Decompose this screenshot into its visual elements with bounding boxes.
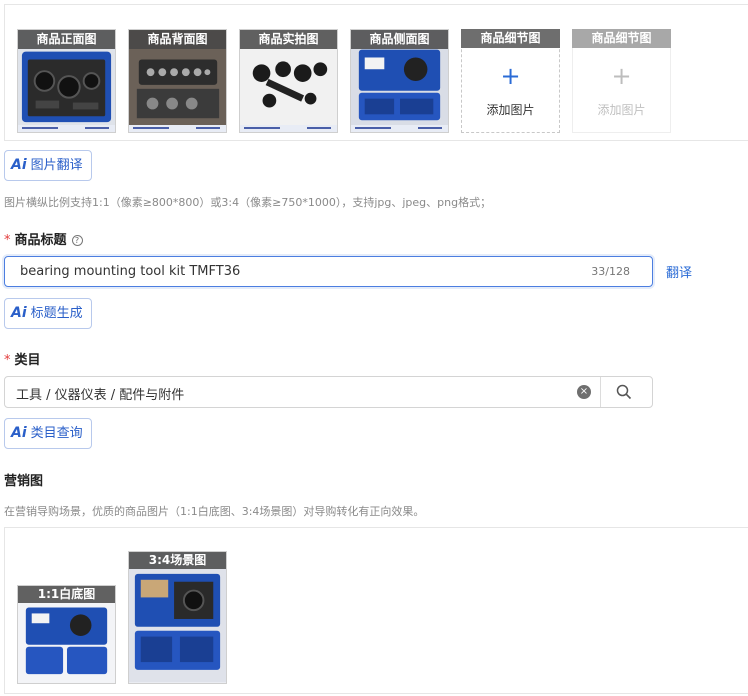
title-input-value: bearing mounting tool kit TMFT36: [20, 264, 241, 279]
scene-photo: [129, 552, 226, 683]
product-image-side[interactable]: 商品侧面图: [350, 29, 449, 133]
image-translate-button[interactable]: Ai 图片翻译: [4, 150, 92, 181]
product-image-real[interactable]: 商品实拍图: [239, 29, 338, 133]
image-caption: 商品实拍图: [240, 30, 337, 49]
image-caption: 商品背面图: [129, 30, 226, 49]
title-label-text: 商品标题: [14, 233, 67, 248]
add-image-label: 添加图片: [597, 103, 646, 117]
category-label-text: 类目: [14, 353, 41, 368]
image-footer-strip: [18, 125, 115, 132]
marketing-image-portrait[interactable]: 3:4场景图: [128, 551, 227, 684]
title-input[interactable]: bearing mounting tool kit TMFT36 33/128: [4, 256, 653, 287]
add-detail-image-slot-disabled: 商品细节图 + 添加图片: [572, 29, 671, 133]
image-caption: 商品侧面图: [351, 30, 448, 49]
divider: [600, 377, 601, 407]
product-image-front[interactable]: 商品正面图: [17, 29, 116, 133]
ai-icon: Ai: [11, 157, 27, 173]
image-footer-strip: [351, 125, 448, 132]
marketing-image-square[interactable]: 1:1白底图: [17, 585, 116, 684]
image-footer-strip: [129, 125, 226, 132]
ai-icon: Ai: [11, 305, 27, 321]
marketing-hint: 在营销导购场景，优质的商品图片（1:1白底图、3:4场景图）对导购转化有正向效果…: [4, 505, 425, 518]
marketing-images-panel: 1:1白底图 3:4场景图: [4, 527, 748, 694]
marketing-images-label: 营销图: [4, 474, 44, 489]
image-footer-strip: [240, 125, 337, 132]
title-field-label: * 商品标题?: [4, 229, 83, 248]
image-caption: 1:1白底图: [18, 586, 115, 603]
clear-icon[interactable]: ×: [577, 385, 591, 399]
product-image-back[interactable]: 商品背面图: [128, 29, 227, 133]
help-icon[interactable]: ?: [71, 235, 83, 246]
category-query-button[interactable]: Ai 类目查询: [4, 418, 92, 449]
title-translate-link[interactable]: 翻译: [666, 262, 692, 281]
image-caption: 商品细节图: [461, 29, 560, 48]
category-select[interactable]: 工具 / 仪器仪表 / 配件与附件 ×: [4, 376, 653, 408]
image-format-hint: 图片横纵比例支持1:1（像素≥800*800）或3:4（像素≥750*1000）…: [4, 196, 492, 209]
add-detail-image-slot[interactable]: 商品细节图 + 添加图片: [461, 29, 560, 133]
title-generate-button[interactable]: Ai 标题生成: [4, 298, 92, 329]
required-mark: *: [4, 233, 11, 248]
product-images-panel: 商品正面图 商品背面图 商品实拍图 商品侧面图 商品细节图 + 添加图片 商品细…: [4, 4, 748, 141]
add-image-label: 添加图片: [486, 103, 535, 117]
image-caption: 商品细节图: [572, 29, 671, 48]
plus-icon: +: [500, 62, 521, 90]
ai-icon: Ai: [11, 425, 27, 441]
category-value: 工具 / 仪器仪表 / 配件与附件: [16, 388, 185, 403]
image-caption: 3:4场景图: [129, 552, 226, 569]
image-translate-label: 图片翻译: [30, 158, 83, 173]
category-field-label: * 类目: [4, 349, 41, 368]
plus-icon: +: [611, 62, 632, 90]
category-query-label: 类目查询: [30, 426, 83, 441]
required-mark: *: [4, 353, 11, 368]
title-generate-label: 标题生成: [30, 306, 83, 321]
title-char-counter: 33/128: [591, 265, 630, 278]
search-icon[interactable]: [615, 383, 633, 401]
image-caption: 商品正面图: [18, 30, 115, 49]
